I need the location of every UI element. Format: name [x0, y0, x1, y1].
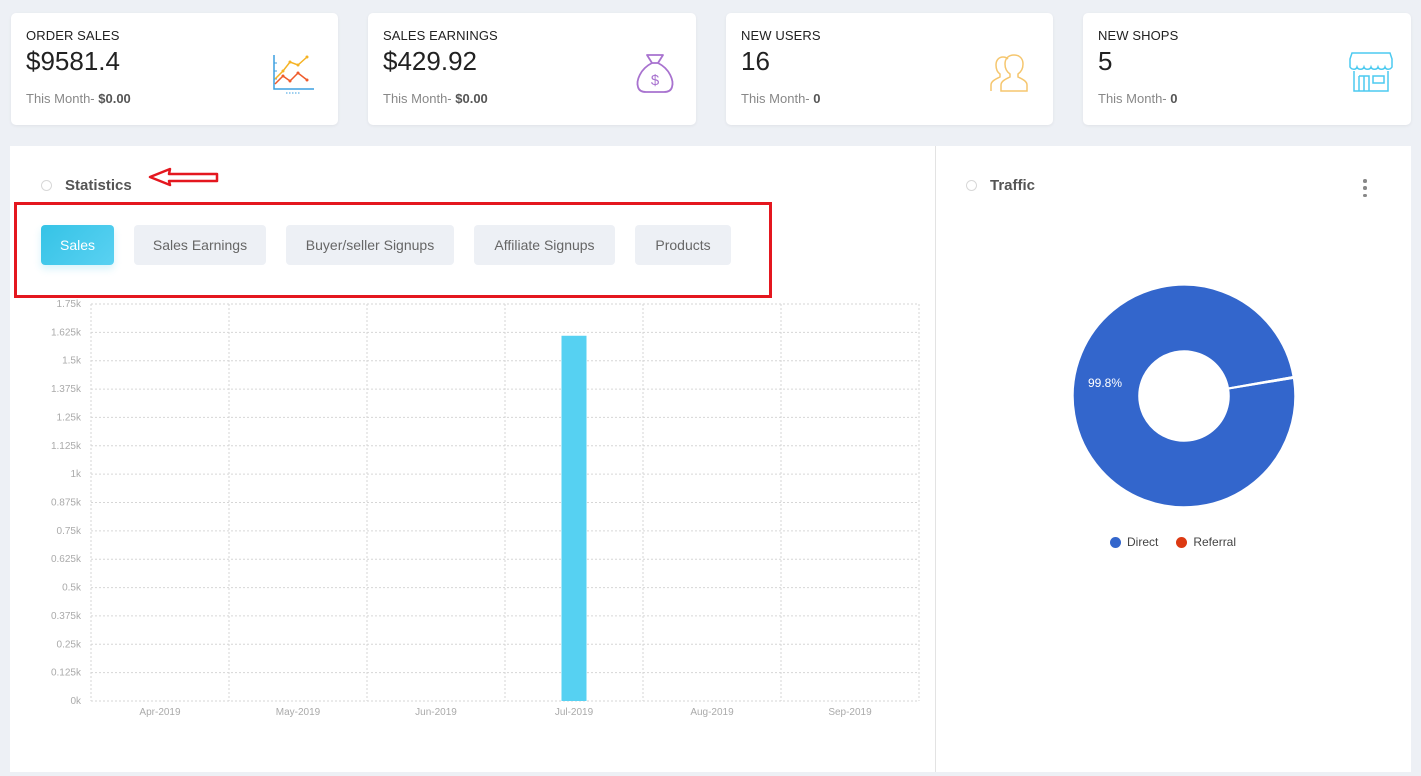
y-tick-label: 0.75k — [57, 526, 82, 537]
tab-buyer-seller-signups[interactable]: Buyer/seller Signups — [286, 225, 454, 265]
card-sub-value: $0.00 — [98, 91, 131, 106]
x-tick-label: Jun-2019 — [415, 707, 457, 718]
card-sub: This Month- 0 — [741, 91, 820, 106]
statistics-header: Statistics — [41, 177, 132, 194]
legend-item-referral[interactable]: Referral — [1176, 535, 1236, 549]
y-tick-label: 1k — [70, 469, 82, 480]
card-sub-label: This Month- — [1098, 91, 1171, 106]
tab-sales-earnings[interactable]: Sales Earnings — [134, 225, 266, 265]
dashboard-panel: Statistics Sales Sales Earnings Buyer/se… — [10, 146, 1411, 772]
legend-label: Direct — [1127, 535, 1159, 549]
circle-icon — [966, 180, 977, 191]
card-value: 5 — [1098, 46, 1113, 76]
y-tick-label: 1.375k — [51, 384, 82, 395]
line-chart-icon — [273, 55, 314, 94]
card-sub-value: $0.00 — [455, 91, 488, 106]
legend-item-direct[interactable]: Direct — [1110, 535, 1158, 549]
card-sub-value: 0 — [813, 91, 821, 106]
card-value: $9581.4 — [26, 46, 120, 76]
tab-label: Buyer/seller Signups — [305, 237, 435, 253]
more-options-icon[interactable] — [1362, 179, 1368, 197]
y-tick-label: 0.875k — [51, 498, 82, 509]
x-tick-label: Jul-2019 — [555, 707, 594, 718]
statistics-title: Statistics — [65, 177, 132, 194]
tab-label: Products — [655, 237, 711, 253]
y-tick-label: 0.125k — [51, 668, 82, 679]
legend-label: Referral — [1193, 535, 1237, 549]
tab-label: Sales Earnings — [152, 237, 248, 253]
svg-text:$: $ — [651, 72, 660, 89]
tab-affiliate-signups[interactable]: Affiliate Signups — [474, 225, 615, 265]
card-title: ORDER SALES — [26, 28, 120, 43]
tab-label: Sales — [59, 237, 96, 253]
y-tick-label: 1.25k — [57, 412, 82, 423]
card-title: NEW USERS — [741, 28, 821, 43]
tab-label: Affiliate Signups — [494, 237, 595, 253]
new-shops-card: NEW SHOPS 5 This Month- 0 — [1083, 13, 1411, 125]
y-tick-label: 1.5k — [62, 356, 82, 367]
y-tick-label: 1.125k — [51, 441, 82, 452]
card-value: $429.92 — [383, 46, 477, 76]
card-sub-label: This Month- — [26, 91, 99, 106]
sales-bar-chart: 0k 0.125k 0.25k 0.375k 0.5k 0.625k 0.75k 0.875k… — [51, 299, 920, 718]
grid — [90, 303, 920, 702]
traffic-donut-chart: 99.8% — [1072, 284, 1296, 508]
legend-swatch — [1110, 536, 1121, 548]
legend-swatch — [1176, 536, 1188, 548]
x-tick-label: Aug-2019 — [690, 707, 734, 718]
sales-earnings-card: SALES EARNINGS $429.92 This Month- $0.00… — [368, 13, 696, 125]
card-sub: This Month- 0 — [1098, 91, 1177, 106]
money-bag-icon: $ — [636, 54, 674, 93]
annotation-arrow-icon — [148, 167, 219, 187]
slice-data-label: 99.8% — [1088, 376, 1122, 390]
panel-divider — [935, 146, 936, 772]
card-sub: This Month- $0.00 — [26, 91, 131, 106]
card-sub-label: This Month- — [383, 91, 456, 106]
new-users-card: NEW USERS 16 This Month- 0 — [726, 13, 1053, 125]
x-tick-label: Apr-2019 — [139, 707, 181, 718]
y-tick-label: 0.375k — [51, 611, 82, 622]
bar-jul-2019[interactable] — [561, 335, 587, 701]
card-title: SALES EARNINGS — [383, 28, 498, 43]
y-tick-label: 0.25k — [57, 639, 82, 650]
card-title: NEW SHOPS — [1098, 28, 1179, 43]
tab-products[interactable]: Products — [635, 225, 731, 265]
y-tick-label: 0k — [70, 696, 82, 707]
y-tick-label: 1.625k — [51, 327, 82, 338]
circle-icon — [41, 180, 52, 191]
tab-sales[interactable]: Sales — [41, 225, 114, 265]
card-sub-label: This Month- — [741, 91, 814, 106]
y-tick-label: 0.5k — [62, 583, 82, 594]
slice-direct[interactable] — [1072, 284, 1296, 508]
users-icon — [990, 54, 1028, 92]
card-sub-value: 0 — [1170, 91, 1178, 106]
y-tick-label: 0.625k — [51, 554, 82, 565]
card-value: 16 — [741, 46, 770, 76]
x-tick-label: Sep-2019 — [828, 707, 872, 718]
traffic-header: Traffic — [966, 177, 1035, 194]
shop-icon — [1349, 52, 1393, 92]
x-tick-label: May-2019 — [276, 707, 321, 718]
traffic-legend: Direct Referral — [1110, 535, 1254, 549]
y-tick-label: 1.75k — [57, 299, 82, 310]
card-sub: This Month- $0.00 — [383, 91, 488, 106]
traffic-title: Traffic — [990, 177, 1036, 194]
order-sales-card: ORDER SALES $9581.4 This Month- $0.00 — [11, 13, 338, 125]
